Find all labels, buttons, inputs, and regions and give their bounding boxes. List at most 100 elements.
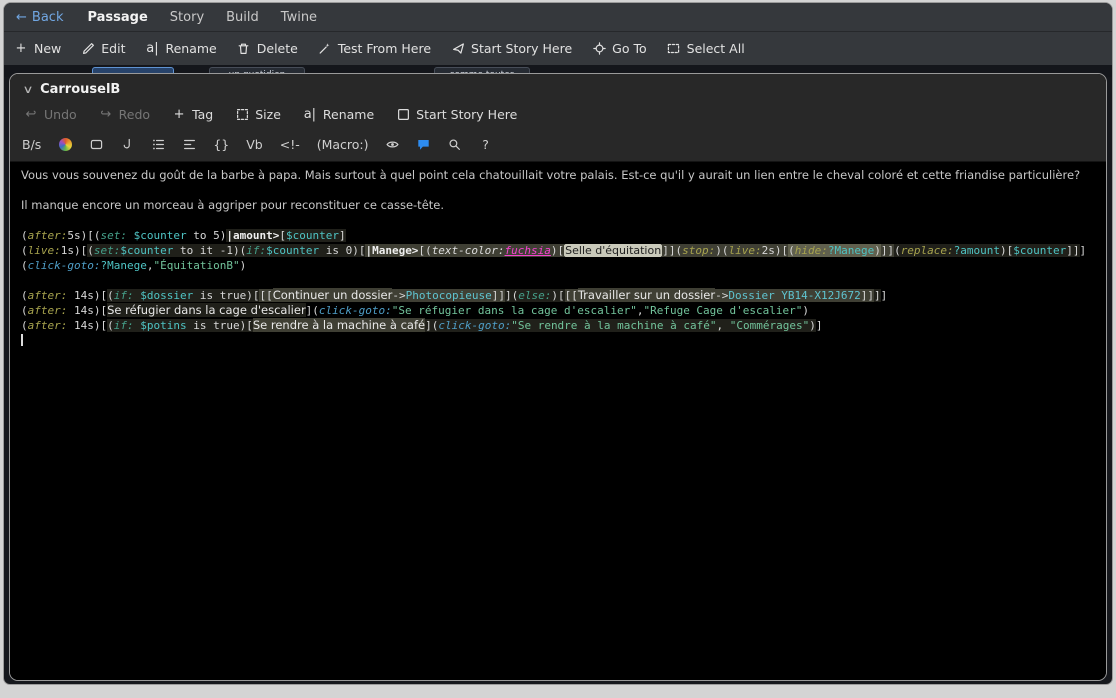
code-token: replace: xyxy=(900,244,954,257)
code-token: click-goto: xyxy=(27,259,101,272)
code-token: text-color: xyxy=(431,244,505,257)
find-icon[interactable] xyxy=(448,138,462,151)
text-caret xyxy=(21,334,23,346)
code-token: ?Manege xyxy=(827,244,875,257)
editor-actions: ↩ Undo ↪ Redo + Tag Size a| Rename Start Story He… xyxy=(10,101,1106,131)
tab-twine[interactable]: Twine xyxy=(281,10,317,25)
caret-line xyxy=(21,333,1095,348)
box-icon[interactable] xyxy=(89,138,103,151)
code-token: is true xyxy=(186,319,240,332)
code-token: if: xyxy=(246,244,267,257)
undo-label: Undo xyxy=(44,107,77,122)
undo-button[interactable]: ↩ Undo xyxy=(24,107,77,122)
tag-button[interactable]: + Tag xyxy=(172,107,214,122)
code-token: |Manege> xyxy=(365,244,419,257)
code-line: (after: 14s)[(if: $dossier is true)[[[Co… xyxy=(21,288,1095,303)
delete-button[interactable]: Delete xyxy=(237,41,298,56)
color-picker-icon[interactable] xyxy=(58,138,72,151)
code-line: (after: 14s)[(if: $potins is true)[Se re… xyxy=(21,318,1095,333)
code-token: click-goto: xyxy=(318,304,392,317)
code-token: 1s xyxy=(60,244,74,257)
code-token: ]] xyxy=(1066,244,1080,257)
code-token: ]] xyxy=(491,289,505,302)
macro-button[interactable]: (Macro:) xyxy=(317,137,369,152)
go-to-label: Go To xyxy=(612,41,647,56)
redo-button[interactable]: ↪ Redo xyxy=(99,107,150,122)
twine-window: ← Back Passage Story Build Twine + New Edit a| R… xyxy=(3,2,1113,685)
code-token: ( xyxy=(87,244,94,257)
code-token: -> xyxy=(392,289,406,302)
format-toolbar: B/s {} Vb <!- (Macro:)? xyxy=(10,131,1106,161)
new-button[interactable]: + New xyxy=(14,41,62,56)
code-line: (click-goto:?Manege,"ÉquitationB") xyxy=(21,258,1095,273)
back-button[interactable]: ← Back xyxy=(16,10,63,25)
code-token: ) xyxy=(809,319,816,332)
hook-icon[interactable] xyxy=(120,138,134,151)
code-line: (live:1s)[(set:$counter to it -1)(if:$co… xyxy=(21,243,1095,258)
delete-label: Delete xyxy=(256,41,298,56)
code-token: to 5 xyxy=(186,229,220,242)
code-token: click-goto: xyxy=(438,319,512,332)
style-menu-button[interactable]: B/s xyxy=(22,137,41,152)
code-token: if: xyxy=(113,289,134,302)
code-token: "Commérages" xyxy=(729,319,810,332)
code-token: ] xyxy=(338,229,346,242)
back-arrow-icon: ← xyxy=(16,9,27,25)
trash-icon xyxy=(237,42,251,55)
code-token: "Se rendre à la machine à café" xyxy=(511,319,717,332)
passage-text-editor[interactable]: Vous vous souvenez du goût de la barbe à… xyxy=(10,161,1106,680)
edit-button[interactable]: Edit xyxy=(81,41,125,56)
code-token: [[ xyxy=(259,289,273,302)
tab-story[interactable]: Story xyxy=(170,10,204,25)
tag-label: Tag xyxy=(192,107,214,122)
code-token: ( xyxy=(21,259,28,272)
preview-eye-icon[interactable] xyxy=(386,138,400,151)
size-button[interactable]: Size xyxy=(235,107,281,122)
code-token: -> xyxy=(715,289,729,302)
rename-label: Rename xyxy=(322,107,375,122)
editor-header: ∨ CarrouselB xyxy=(10,74,1106,101)
code-token: set: xyxy=(100,229,128,242)
rename-button[interactable]: a| Rename xyxy=(145,41,216,56)
code-token: 2s xyxy=(761,244,775,257)
alignment-icon[interactable] xyxy=(182,138,196,151)
code-token: 14s xyxy=(67,304,94,317)
code-token: ) xyxy=(874,244,881,257)
code-token: |amount> xyxy=(226,229,280,242)
checkbox-icon xyxy=(396,108,410,121)
numbered-list-icon[interactable] xyxy=(151,138,165,151)
code-token: stop: xyxy=(682,244,716,257)
code-token: set: xyxy=(93,244,121,257)
test-from-here-button[interactable]: Test From Here xyxy=(318,41,431,56)
code-token: $counter xyxy=(1013,244,1067,257)
tab-build[interactable]: Build xyxy=(226,10,259,25)
code-token: ( xyxy=(894,244,901,257)
code-token: $potins xyxy=(140,319,187,332)
code-token: 14s xyxy=(67,319,94,332)
passage-editor-panel: ∨ CarrouselB ↩ Undo ↪ Redo + Tag Size a| Rename S… xyxy=(9,73,1107,681)
tab-passage[interactable]: Passage xyxy=(87,10,147,25)
code-line: (after:5s)[(set: $counter to 5)|amount>[… xyxy=(21,228,1095,243)
code-token: ) xyxy=(550,244,558,257)
code-token: after: xyxy=(27,229,68,242)
start-story-here-button[interactable]: Start Story Here xyxy=(451,41,572,56)
code-token: Photocopieuse xyxy=(405,289,492,302)
collapse-chevron-icon[interactable]: ∨ xyxy=(22,83,33,96)
code-token: Il manque encore un morceau à aggriper p… xyxy=(21,198,445,212)
verbatim-button[interactable]: Vb xyxy=(246,137,263,152)
go-to-button[interactable]: Go To xyxy=(592,41,647,56)
collapse-button[interactable]: {} xyxy=(213,137,229,152)
start-story-here-button[interactable]: Start Story Here xyxy=(396,107,517,122)
code-token: )[ xyxy=(246,289,260,302)
code-token: ] xyxy=(815,319,823,332)
code-token: else: xyxy=(518,289,552,302)
code-token: live: xyxy=(27,244,61,257)
code-token: )[ xyxy=(93,289,108,302)
comment-button[interactable]: <!- xyxy=(280,137,300,152)
comment-bubble-icon[interactable] xyxy=(417,138,431,151)
help-button[interactable]: ? xyxy=(479,137,493,152)
select-all-button[interactable]: Select All xyxy=(667,41,745,56)
rename-button[interactable]: a| Rename xyxy=(303,107,374,122)
